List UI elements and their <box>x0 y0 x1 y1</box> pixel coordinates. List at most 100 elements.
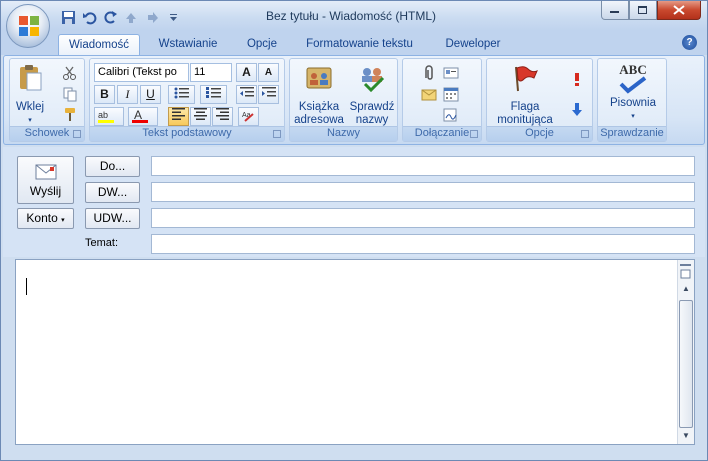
bcc-button[interactable]: UDW... <box>85 208 140 229</box>
paste-icon <box>20 65 42 91</box>
check-names-button[interactable]: Sprawdź nazwy <box>346 63 398 127</box>
signature-icon[interactable] <box>443 107 459 123</box>
undo-icon[interactable] <box>82 10 97 25</box>
spelling-check-icon <box>619 76 647 94</box>
cc-field[interactable] <box>151 182 695 202</box>
high-importance-icon[interactable] <box>569 71 585 87</box>
align-left-button[interactable] <box>168 107 189 126</box>
proofing-group-label: Sprawdzanie <box>598 126 666 141</box>
title-bar: Bez tytułu - Wiadomość (HTML) <box>1 1 707 31</box>
close-button[interactable] <box>657 1 701 20</box>
grow-font-button[interactable]: A <box>236 63 257 82</box>
message-header: Wyślij Do... DW... Konto ▾ UDW... Temat: <box>3 147 705 257</box>
names-group-label: Nazwy <box>290 126 397 141</box>
redo-icon[interactable] <box>103 10 118 25</box>
italic-button[interactable]: I <box>117 85 138 104</box>
numbering-button[interactable] <box>200 85 227 104</box>
group-include: Dołączanie <box>402 58 482 142</box>
tab-message[interactable]: Wiadomość <box>58 34 140 55</box>
tab-options[interactable]: Opcje <box>237 34 287 55</box>
to-field[interactable] <box>151 156 695 176</box>
increase-indent-button[interactable] <box>258 85 279 104</box>
font-name-combo[interactable]: Calibri (Tekst po <box>94 63 189 82</box>
spelling-button[interactable]: ABC Pisownia ▾ <box>601 63 665 123</box>
minimize-button[interactable] <box>601 1 629 20</box>
svg-text:ab: ab <box>98 110 108 120</box>
low-importance-icon[interactable] <box>569 101 585 117</box>
align-center-button[interactable] <box>190 107 211 126</box>
basic-text-launcher-icon[interactable] <box>273 130 281 138</box>
to-button[interactable]: Do... <box>85 156 140 177</box>
align-right-button[interactable] <box>212 107 233 126</box>
highlight-button[interactable]: ab <box>94 107 124 126</box>
include-launcher-icon[interactable] <box>470 130 478 138</box>
address-book-button[interactable]: Książka adresowa <box>292 63 346 127</box>
scroll-up-icon[interactable]: ▲ <box>682 284 690 293</box>
send-icon <box>35 164 56 180</box>
check-names-icon <box>362 68 385 93</box>
up-arrow-icon[interactable] <box>124 10 139 25</box>
account-label: Konto <box>26 211 58 225</box>
spelling-icon: ABC <box>601 63 665 97</box>
bold-button[interactable]: B <box>94 85 115 104</box>
calendar-icon[interactable] <box>443 86 459 102</box>
tab-format-text[interactable]: Formatowanie tekstu <box>297 34 422 55</box>
address-book-label-1: Książka <box>298 101 340 113</box>
flag-icon <box>515 66 538 92</box>
chevron-down-icon: ▾ <box>61 217 65 224</box>
copy-icon[interactable] <box>62 86 78 102</box>
business-card-icon[interactable] <box>443 65 459 81</box>
underline-button[interactable]: U <box>140 85 161 104</box>
ruler-toggle-icon[interactable] <box>678 262 693 282</box>
save-icon[interactable] <box>61 10 76 25</box>
subject-field[interactable] <box>151 234 695 254</box>
tab-insert[interactable]: Wstawianie <box>148 34 228 55</box>
window-controls <box>601 1 701 20</box>
group-names: Książka adresowa Sprawdź nazwy Nazwy <box>289 58 398 142</box>
spelling-label: Pisownia <box>609 97 657 109</box>
clear-formatting-button[interactable]: Aa <box>238 107 259 126</box>
help-icon[interactable]: ? <box>682 35 697 50</box>
tab-developer[interactable]: Deweloper <box>433 34 513 55</box>
compose-window: Bez tytułu - Wiadomość (HTML) Wiadomość … <box>0 0 708 461</box>
bullets-button[interactable] <box>168 85 195 104</box>
attach-file-icon[interactable] <box>421 65 437 81</box>
office-logo-icon <box>19 16 39 36</box>
cc-button[interactable]: DW... <box>85 182 140 203</box>
vertical-scrollbar[interactable]: ▲ ▼ <box>677 260 694 444</box>
ribbon-tabs: Wiadomość Wstawianie Opcje Formatowanie … <box>1 31 707 55</box>
account-button[interactable]: Konto ▾ <box>17 208 74 229</box>
down-arrow-icon[interactable] <box>145 10 160 25</box>
numbering-icon <box>205 87 221 98</box>
basic-text-group-label: Tekst podstawowy <box>90 126 284 141</box>
scrollbar-thumb[interactable] <box>679 300 693 428</box>
cut-icon[interactable] <box>62 65 78 81</box>
address-book-icon <box>306 67 332 89</box>
attach-item-icon[interactable] <box>421 86 437 102</box>
decrease-indent-button[interactable] <box>236 85 257 104</box>
font-color-icon: A <box>132 108 148 123</box>
bullets-icon <box>174 87 189 99</box>
group-options: Flaga monitująca Opcje <box>486 58 593 142</box>
scroll-down-icon[interactable]: ▼ <box>682 431 690 440</box>
clear-formatting-icon: Aa <box>242 112 254 122</box>
font-size-combo[interactable]: 11 <box>190 63 232 82</box>
message-body[interactable]: ▲ ▼ <box>15 259 695 445</box>
customize-qat-icon[interactable] <box>166 10 181 25</box>
options-launcher-icon[interactable] <box>581 130 589 138</box>
follow-up-flag-button[interactable]: Flaga monitująca <box>489 63 561 127</box>
office-button[interactable] <box>6 4 50 48</box>
status-strip <box>1 446 707 460</box>
font-color-button[interactable]: A <box>128 107 158 126</box>
decrease-indent-icon <box>239 87 254 97</box>
align-right-icon <box>215 108 229 120</box>
font-name-value: Calibri (Tekst po <box>98 66 177 78</box>
bcc-field[interactable] <box>151 208 695 228</box>
shrink-font-button[interactable]: A <box>258 63 279 82</box>
send-button[interactable]: Wyślij <box>17 156 74 204</box>
text-caret <box>26 278 27 295</box>
clipboard-launcher-icon[interactable] <box>73 130 81 138</box>
maximize-button[interactable] <box>629 1 657 20</box>
format-painter-icon[interactable] <box>62 106 78 122</box>
paste-button[interactable]: Wklej ▾ <box>13 63 47 127</box>
